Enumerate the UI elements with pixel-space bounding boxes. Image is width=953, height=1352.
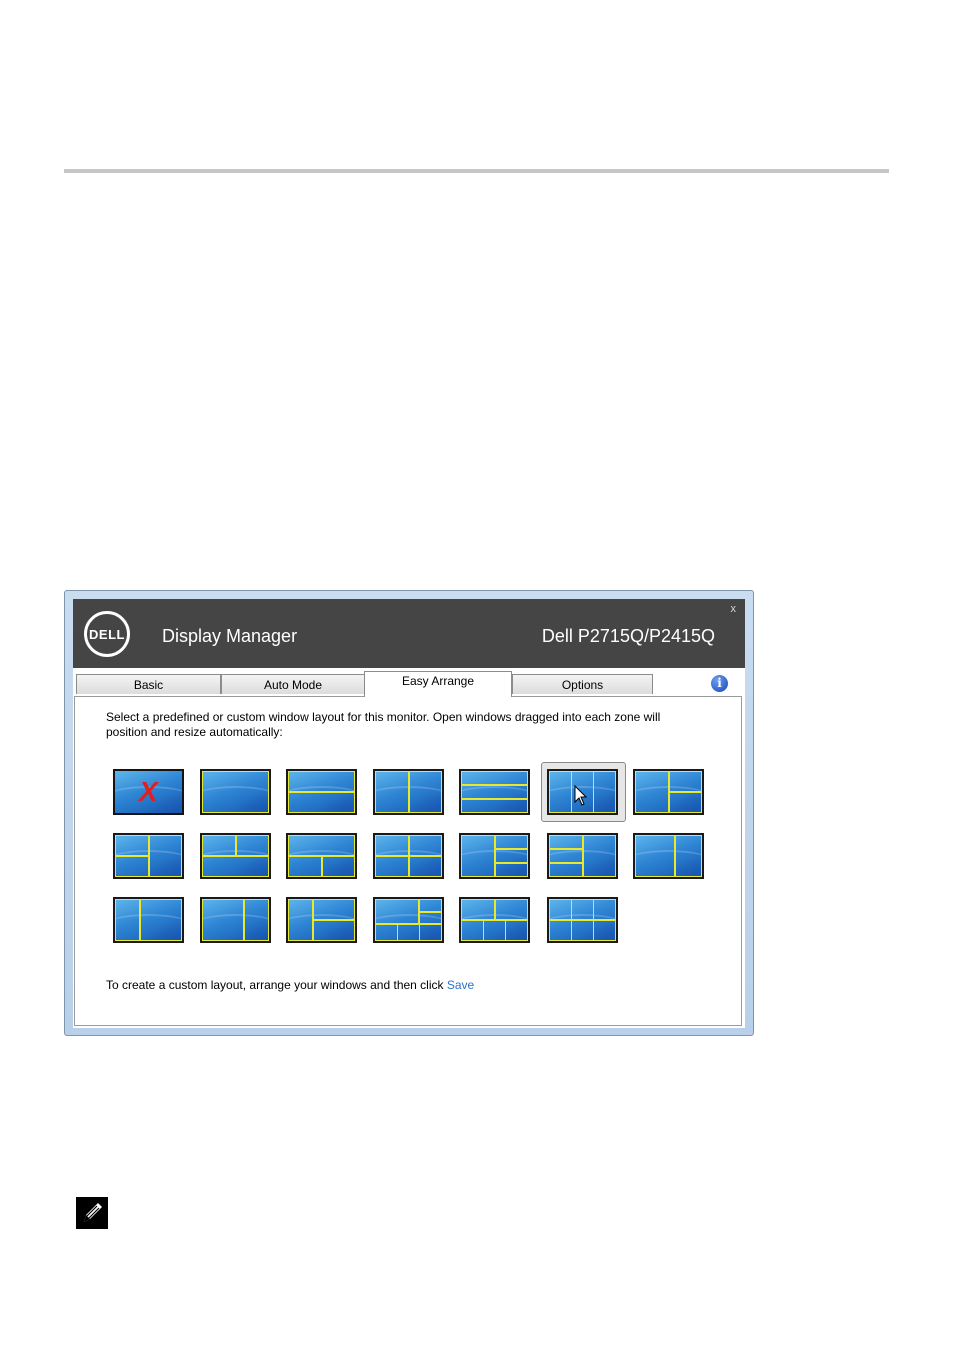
tab-auto-mode[interactable]: Auto Mode — [221, 674, 365, 694]
note-pencil-icon — [76, 1197, 108, 1229]
layout-top-two-bottom-three[interactable] — [459, 897, 530, 943]
layout-full[interactable] — [200, 769, 271, 815]
layout-left-split-right-wide[interactable] — [113, 833, 184, 879]
save-link[interactable]: Save — [447, 978, 474, 992]
instructions-text: Select a predefined or custom window lay… — [106, 710, 661, 739]
tab-basic[interactable]: Basic — [76, 674, 221, 694]
layout-left-three-right-wide[interactable] — [547, 833, 618, 879]
layout-top-split-bottom[interactable] — [200, 833, 271, 879]
easy-arrange-panel: Select a predefined or custom window lay… — [74, 696, 742, 1026]
info-icon[interactable]: i — [711, 675, 728, 692]
layout-quad[interactable] — [373, 833, 444, 879]
tab-easy-arrange[interactable]: Easy Arrange — [364, 671, 512, 697]
tab-options[interactable]: Options — [512, 674, 653, 694]
layout-left-wide-right-narrow[interactable] — [200, 897, 271, 943]
layout-left-wide-right-two[interactable] — [633, 833, 704, 879]
layout-left-half-right-split[interactable] — [633, 769, 704, 815]
layout-two-columns[interactable] — [373, 769, 444, 815]
logo-text: DELL — [89, 626, 125, 642]
dell-logo-icon: DELL — [84, 611, 130, 657]
close-icon[interactable]: x — [731, 603, 737, 615]
custom-layout-hint: To create a custom layout, arrange your … — [106, 978, 474, 992]
layout-top-wide-bottom-three[interactable] — [373, 897, 444, 943]
layout-top-bottom-split[interactable] — [286, 833, 357, 879]
layout-none[interactable]: X — [113, 769, 184, 815]
layout-three-rows[interactable] — [459, 769, 530, 815]
layout-six-grid[interactable] — [547, 897, 618, 943]
monitor-model: Dell P2715Q/P2415Q — [541, 626, 715, 646]
custom-layout-text: To create a custom layout, arrange your … — [106, 978, 447, 992]
display-manager-window: DELL Display Manager Dell P2715Q/P2415Q … — [64, 590, 754, 1036]
title-bar: DELL Display Manager Dell P2715Q/P2415Q … — [73, 599, 745, 668]
layout-left-narrow-right-wide[interactable] — [113, 897, 184, 943]
window-client-area: Basic Auto Mode Easy Arrange Options i S… — [73, 668, 745, 1028]
layout-two-rows[interactable] — [286, 769, 357, 815]
layout-three-columns[interactable] — [547, 769, 618, 815]
layout-narrow-left-two-right[interactable] — [286, 897, 357, 943]
mouse-cursor-icon — [574, 785, 588, 806]
app-title: Display Manager — [162, 626, 298, 646]
no-layout-icon: X — [139, 776, 158, 807]
section-divider — [64, 169, 889, 173]
layout-left-wide-right-three[interactable] — [459, 833, 530, 879]
